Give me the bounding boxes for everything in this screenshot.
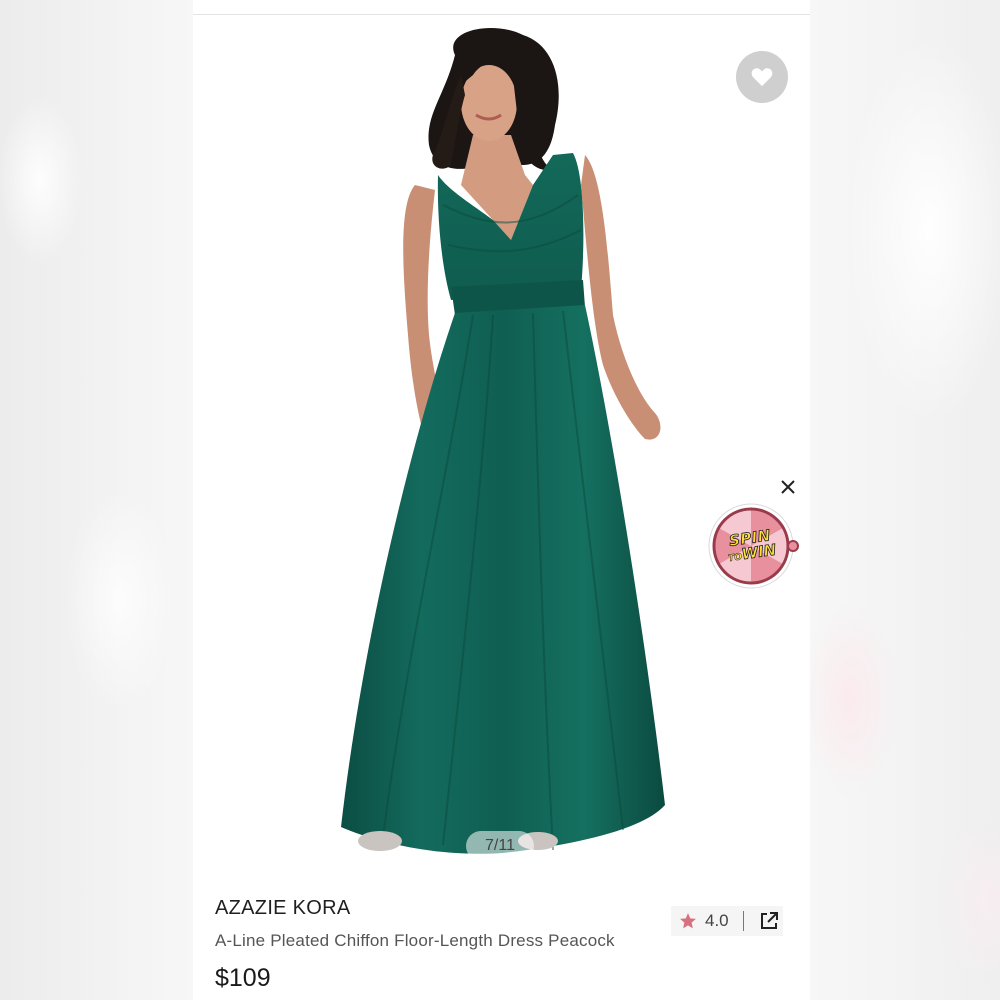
share-button[interactable] <box>758 910 780 932</box>
product-price: $109 <box>215 964 271 992</box>
favorite-button[interactable] <box>736 51 788 103</box>
left-blurred-backdrop <box>0 0 193 1000</box>
rating-share-bar: 4.0 <box>671 906 783 936</box>
image-counter: 7/11 <box>466 831 534 861</box>
rating-divider <box>742 911 744 931</box>
product-card: SPIN TOWIN 7/11 AZAZIE KORA A-Line Pleat… <box>193 0 810 1000</box>
share-external-icon <box>760 912 778 929</box>
heart-icon <box>751 68 773 87</box>
spin-to-win-label: SPIN TOWIN <box>702 497 799 594</box>
rating-value[interactable]: 4.0 <box>705 911 729 931</box>
product-title[interactable]: A-Line Pleated Chiffon Floor-Length Dres… <box>215 931 615 951</box>
spin-to-win-badge[interactable]: SPIN TOWIN <box>708 503 802 589</box>
close-icon <box>781 480 795 494</box>
product-photo <box>341 27 665 854</box>
right-blurred-backdrop <box>810 0 1000 1000</box>
product-image-gallery[interactable]: SPIN TOWIN 7/11 <box>193 15 810 870</box>
to-label: TO <box>727 552 743 565</box>
close-promo-button[interactable] <box>776 475 800 499</box>
star-icon <box>680 913 696 929</box>
win-word: WIN <box>740 540 778 564</box>
product-brand: AZAZIE KORA <box>215 897 351 919</box>
